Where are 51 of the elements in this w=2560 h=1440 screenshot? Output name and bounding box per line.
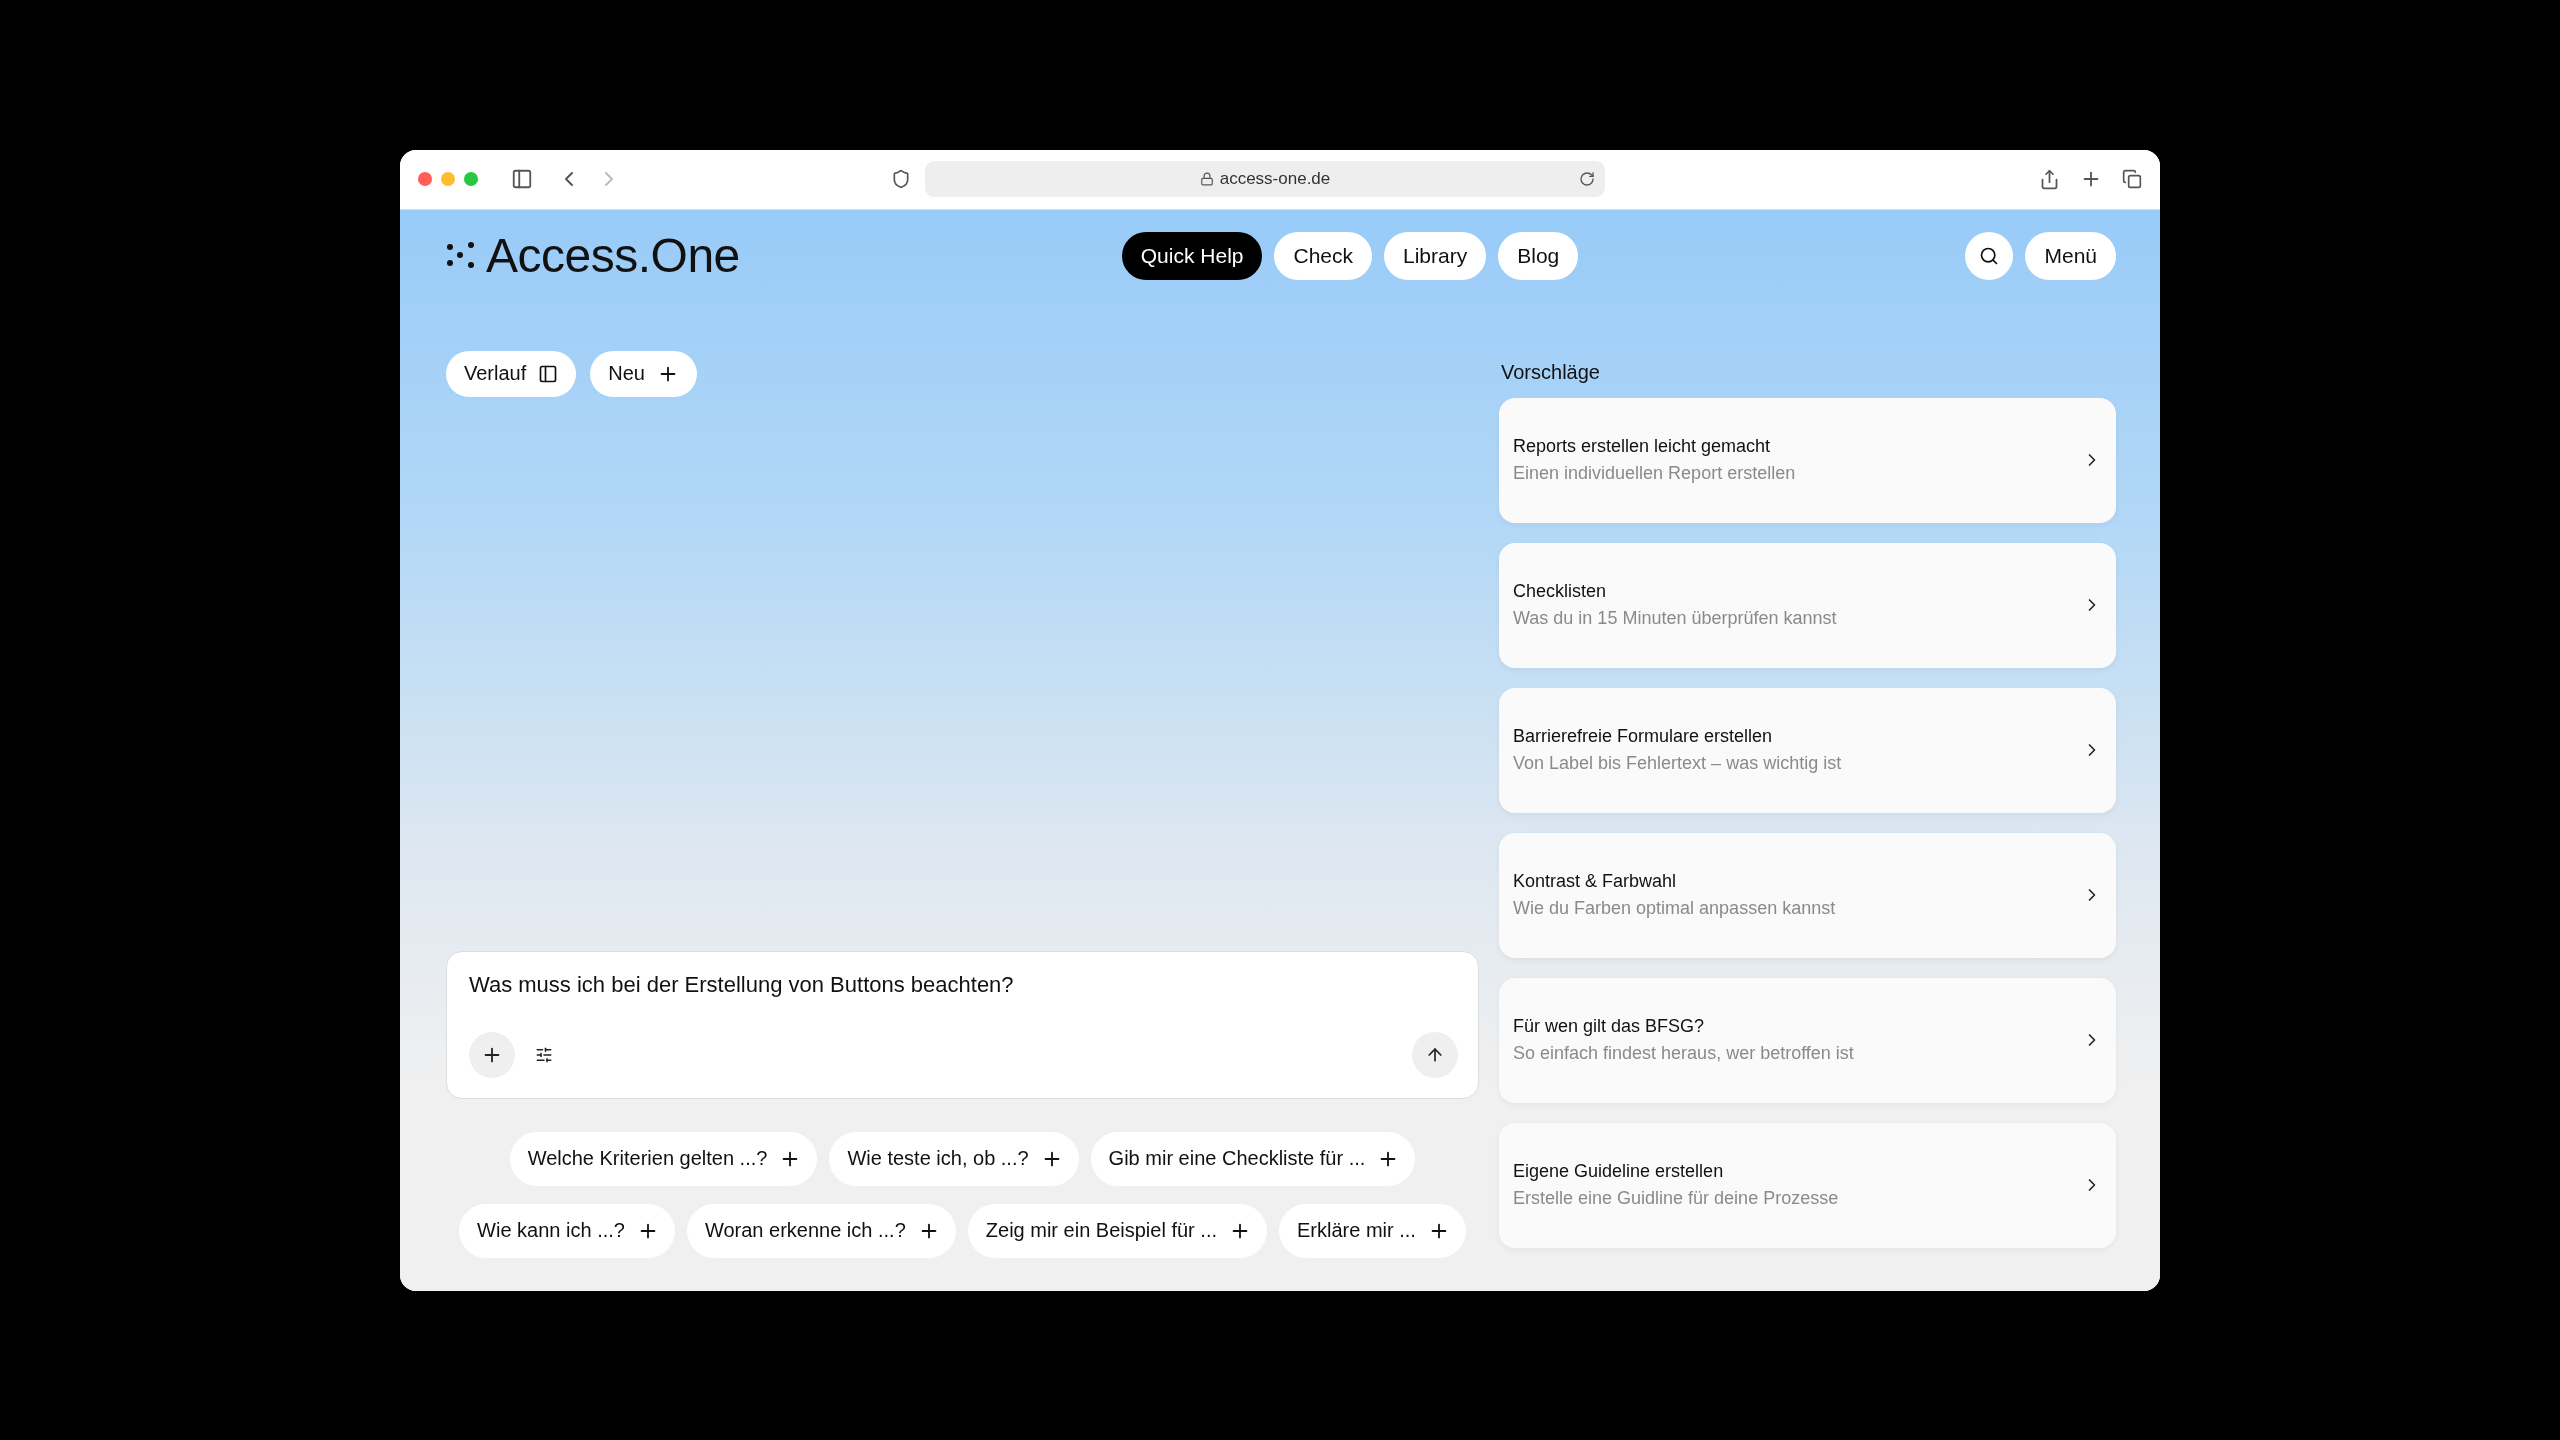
nav-tab[interactable]: Library xyxy=(1384,231,1487,280)
suggestion-subtitle: Wie du Farben optimal anpassen kannst xyxy=(1513,898,1837,919)
prompt-chip[interactable]: Welche Kriterien gelten ...? xyxy=(509,1131,818,1186)
chat-composer[interactable]: Was muss ich bei der Erstellung von Buttons beachten? xyxy=(446,950,1479,1099)
prompt-chip[interactable]: Wie teste ich, ob ...? xyxy=(829,1131,1079,1186)
suggestion-subtitle: Von Label bis Fehlertext – was wichtig ist xyxy=(1513,753,1843,774)
suggestion-title: Reports erstellen leicht gemacht xyxy=(1513,436,1772,457)
shield-icon[interactable] xyxy=(891,169,911,189)
attach-button[interactable] xyxy=(469,1031,515,1078)
suggestion-title: Kontrast & Farbwahl xyxy=(1513,871,1678,892)
suggestion-subtitle: Was du in 15 Minuten überprüfen kannst xyxy=(1513,608,1838,629)
search-icon xyxy=(1979,245,2000,266)
nav-tab[interactable]: Check xyxy=(1274,231,1372,280)
nav-tab[interactable]: Quick Help xyxy=(1121,231,1263,280)
prompt-chip[interactable]: Wie kann ich ...? xyxy=(459,1203,675,1258)
suggestion-title: Barrierefreie Formulare erstellen xyxy=(1513,726,1774,747)
sidebar-icon xyxy=(538,363,559,384)
message-input[interactable]: Was muss ich bei der Erstellung von Buttons beachten? xyxy=(469,971,1458,998)
suggestion-subtitle: Einen individuellen Report erstellen xyxy=(1513,463,1797,484)
close-window-icon[interactable] xyxy=(418,172,432,186)
suggestion-card[interactable]: Checklisten Was du in 15 Minuten überprüfen kannst xyxy=(1499,542,2116,668)
share-icon[interactable] xyxy=(2039,168,2060,190)
suggestion-card[interactable]: Kontrast & Farbwahl Wie du Farben optimal anpassen kannst xyxy=(1499,832,2116,958)
suggestion-card[interactable]: Barrierefreie Formulare erstellen Von Label bis Fehlertext – was wichtig ist xyxy=(1499,687,2116,813)
url-text: access-one.de xyxy=(1219,169,1331,189)
tabs-overview-icon[interactable] xyxy=(2122,169,2142,189)
suggestion-subtitle: So einfach findest heraus, wer betroffen ist xyxy=(1513,1043,1855,1064)
prompt-chip[interactable]: Zeig mir ein Beispiel für ... xyxy=(967,1203,1267,1258)
history-button[interactable]: Verlauf xyxy=(446,350,577,397)
logo-dots-icon xyxy=(446,240,476,271)
suggestion-title: Checklisten xyxy=(1513,581,1608,602)
lock-icon xyxy=(1199,172,1214,186)
logo-text[interactable]: Access.One xyxy=(486,228,740,283)
sliders-icon xyxy=(535,1045,553,1064)
sidebar-icon[interactable] xyxy=(511,168,533,190)
prompt-chip[interactable]: Erkläre mir ... xyxy=(1279,1203,1466,1258)
suggestion-title: Eigene Guideline erstellen xyxy=(1513,1161,1725,1182)
suggestion-subtitle: Erstelle eine Guidline für deine Prozesse xyxy=(1513,1188,1840,1209)
reload-icon[interactable] xyxy=(1579,171,1595,187)
menu-button[interactable]: Menü xyxy=(2025,231,2116,280)
suggestions-heading: Vorschläge xyxy=(1501,360,1601,384)
prompt-chip[interactable]: Gib mir eine Checkliste für ... xyxy=(1090,1131,1416,1186)
send-button[interactable] xyxy=(1412,1031,1458,1078)
nav-tab[interactable]: Blog xyxy=(1498,231,1579,280)
suggestion-card[interactable]: Eigene Guideline erstellen Erstelle eine Guidline für deine Prozesse xyxy=(1499,1122,2116,1248)
address-bar[interactable]: access-one.de xyxy=(925,161,1605,197)
suggestion-card[interactable]: Für wen gilt das BFSG? So einfach findest heraus, wer betroffen ist xyxy=(1499,977,2116,1103)
suggestion-card[interactable]: Reports erstellen leicht gemacht Einen individuellen Report erstellen xyxy=(1499,397,2116,523)
suggestion-title: Für wen gilt das BFSG? xyxy=(1513,1016,1706,1037)
new-chat-button[interactable]: Neu xyxy=(590,350,697,397)
prompt-chip[interactable]: Woran erkenne ich ...? xyxy=(686,1203,956,1258)
